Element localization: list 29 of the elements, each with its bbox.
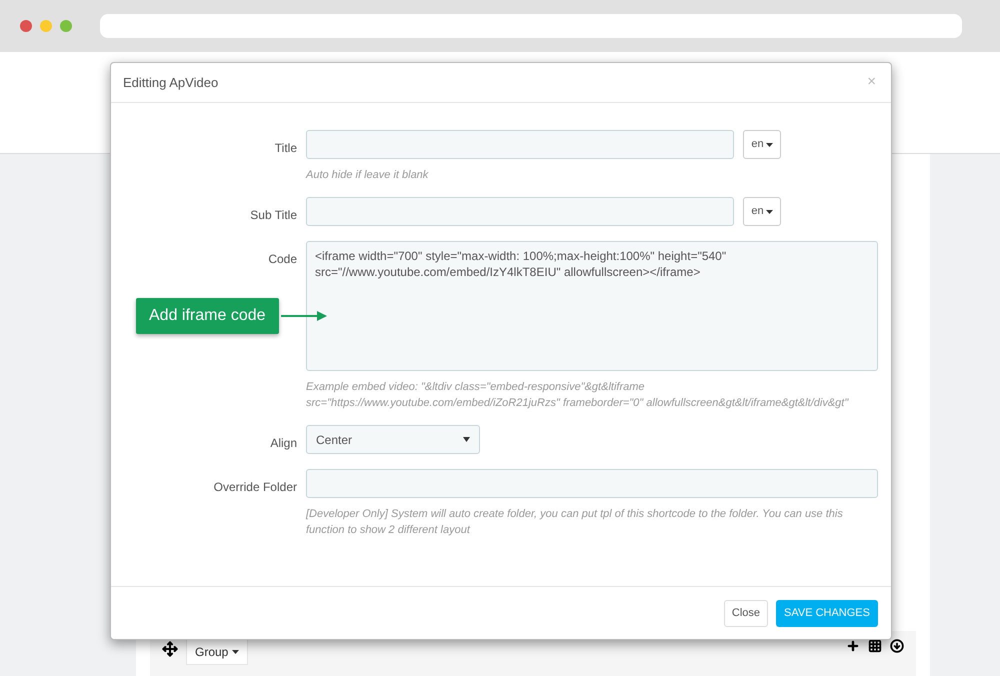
align-select[interactable]: Center: [306, 425, 480, 454]
caret-icon: [463, 437, 470, 442]
field-label: Override Folder: [214, 480, 297, 494]
help-text: Example embed video: "&ltdiv class="embed-responsive"&gt&ltiframe src="https://www.youtube.com/embed/iZoR21juRzs" frameborder="0" allowfullscreen&gt&lt/iframe&gt&lt/div&gt": [306, 380, 850, 411]
callout-label: Add iframe code: [136, 298, 279, 334]
arrow-down-icon[interactable]: [890, 639, 904, 653]
move-icon[interactable]: [162, 641, 178, 657]
text-field[interactable]: [306, 197, 734, 226]
help-text: [Developer Only] System will auto create folder, you can put tpl of this shortcode to the folder. You can use this function to show 2 different layout: [306, 507, 844, 538]
grid-icon[interactable]: [868, 639, 882, 653]
code-textarea[interactable]: <iframe width="700" style="max-width: 100%;max-height:100%" height="540" src="//www.youtube.com/embed/IzY4lkT8EIU" allowfullscreen></iframe>: [306, 241, 878, 371]
close-button[interactable]: Close: [724, 600, 768, 626]
help-text: Auto hide if leave it blank: [306, 168, 430, 183]
language-dropdown[interactable]: en: [743, 197, 781, 226]
field-label: Title: [274, 141, 297, 155]
text-field[interactable]: [306, 469, 878, 498]
group-dropdown[interactable]: Group: [186, 639, 248, 665]
text-field[interactable]: [306, 130, 734, 159]
caret-icon: [232, 650, 240, 654]
plus-icon[interactable]: [846, 639, 860, 653]
callout-arrow: [280, 311, 327, 321]
field-label: Sub Title: [250, 208, 297, 222]
field-label: Code: [268, 252, 297, 266]
caret-icon: [766, 142, 773, 146]
caret-icon: [766, 210, 773, 214]
language-dropdown[interactable]: en: [743, 130, 781, 159]
field-label: Align: [270, 436, 297, 450]
address-bar[interactable]: [100, 14, 962, 38]
modal-title: Editting ApVideo: [123, 74, 218, 92]
